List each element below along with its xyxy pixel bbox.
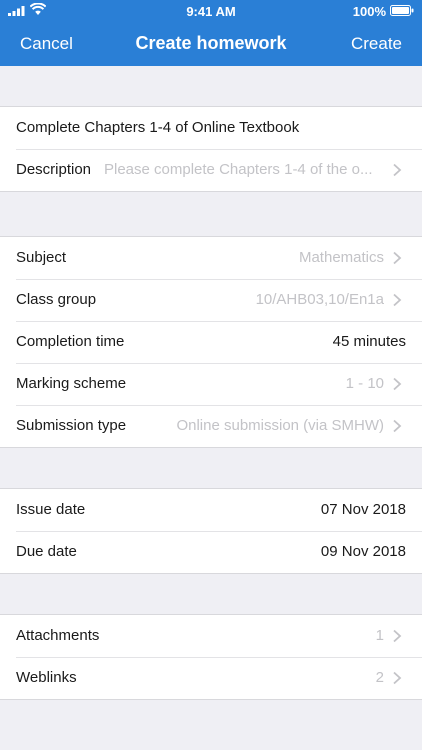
class-group-label: Class group [16, 291, 97, 308]
class-group-row[interactable]: Class group 10/AHB03,10/En1a [0, 279, 422, 321]
due-date-value: 09 Nov 2018 [320, 543, 406, 560]
attachments-label: Attachments [16, 627, 100, 644]
create-button[interactable]: Create [351, 34, 402, 54]
subject-label: Subject [16, 249, 67, 266]
homework-title[interactable]: Complete Chapters 1-4 of Online Textbook [16, 119, 299, 136]
weblinks-row[interactable]: Weblinks 2 [0, 657, 422, 699]
chevron-right-icon [393, 377, 402, 391]
attachments-row[interactable]: Attachments 1 [0, 615, 422, 657]
due-date-label: Due date [16, 543, 77, 560]
marking-scheme-value: 1 - 10 [345, 375, 384, 392]
marking-scheme-row[interactable]: Marking scheme 1 - 10 [0, 363, 422, 405]
class-group-value: 10/AHB03,10/En1a [255, 291, 384, 308]
weblinks-count: 2 [375, 669, 384, 686]
issue-date-label: Issue date [16, 501, 86, 518]
submission-type-label: Submission type [16, 417, 127, 434]
chevron-right-icon [393, 293, 402, 307]
battery-icon [390, 5, 414, 16]
subject-value: Mathematics [298, 249, 384, 266]
chevron-right-icon [393, 251, 402, 265]
subject-row[interactable]: Subject Mathematics [0, 237, 422, 279]
homework-info-group: Complete Chapters 1-4 of Online Textbook… [0, 106, 422, 192]
completion-time-row[interactable]: Completion time 45 minutes [0, 321, 422, 363]
description-label: Description [16, 161, 92, 178]
description-row[interactable]: Description Please complete Chapters 1-4… [0, 149, 422, 191]
homework-details-group: Subject Mathematics Class group 10/AHB03… [0, 236, 422, 448]
chevron-right-icon [393, 671, 402, 685]
attachments-count: 1 [375, 627, 384, 644]
dates-group: Issue date 07 Nov 2018 Due date 09 Nov 2… [0, 488, 422, 574]
battery-percent: 100% [352, 4, 386, 19]
issue-date-value: 07 Nov 2018 [320, 501, 406, 518]
completion-time-label: Completion time [16, 333, 125, 350]
submission-type-value: Online submission (via SMHW) [176, 417, 384, 434]
due-date-row[interactable]: Due date 09 Nov 2018 [0, 531, 422, 573]
chevron-right-icon [393, 629, 402, 643]
marking-scheme-label: Marking scheme [16, 375, 127, 392]
issue-date-row[interactable]: Issue date 07 Nov 2018 [0, 489, 422, 531]
submission-type-row[interactable]: Submission type Online submission (via S… [0, 405, 422, 447]
title-row[interactable]: Complete Chapters 1-4 of Online Textbook [0, 107, 422, 149]
completion-time-value: 45 minutes [332, 333, 406, 350]
status-bar: 9:41 AM 100% [0, 0, 422, 22]
weblinks-label: Weblinks [16, 669, 77, 686]
description-value: Please complete Chapters 1-4 of the o... [104, 161, 373, 178]
top-bar: 9:41 AM 100% Cancel Create homework Crea… [0, 0, 422, 66]
chevron-right-icon [393, 419, 402, 433]
resources-group: Attachments 1 Weblinks 2 [0, 614, 422, 700]
navigation-bar: Cancel Create homework Create [0, 22, 422, 66]
chevron-right-icon [393, 163, 402, 177]
